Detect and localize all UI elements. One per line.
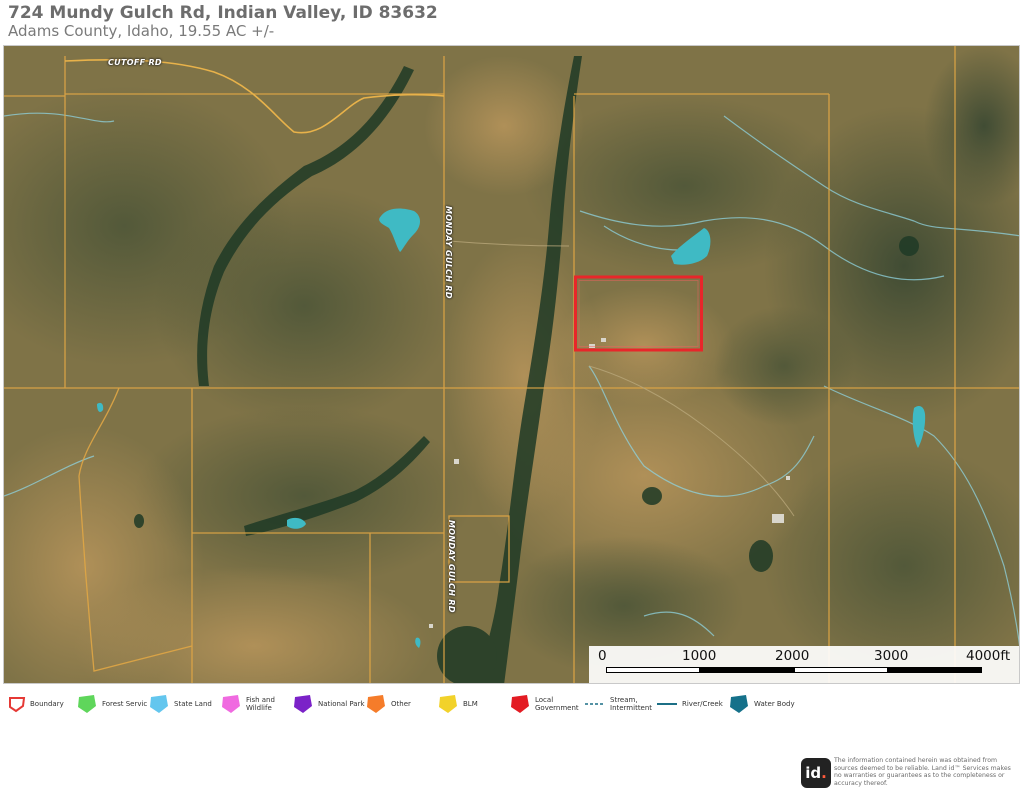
other-swatch-icon: [367, 695, 385, 713]
legend-label: Local Government: [535, 696, 579, 712]
scale-segment: [606, 667, 700, 673]
scale-tick-1000: 1000: [682, 648, 717, 664]
legend-label: Fish and Wildlife: [246, 696, 275, 712]
water-body-swatch-icon: [730, 695, 748, 713]
legend-item-fish-wildlife: Fish and Wildlife: [220, 690, 280, 718]
legend-item-other: Other: [365, 690, 411, 718]
scale-segment: [794, 667, 888, 673]
road-label-monday-upper: MONDAY GULCH RD: [444, 206, 453, 299]
local-government-swatch-icon: [511, 695, 529, 713]
legend-item-water-body: Water Body: [728, 690, 795, 718]
disclaimer-text: The information contained herein was obt…: [834, 757, 1011, 787]
forest-service-swatch-icon: [78, 695, 96, 713]
legend-item-boundary: Boundary: [8, 690, 64, 718]
legend-item-forest-service: Forest Servic: [76, 690, 147, 718]
map-legend: Boundary Forest Servic State Land Fish a…: [0, 690, 1024, 720]
scale-segment: [888, 667, 982, 673]
legend-item-river-creek: River/Creek: [656, 690, 723, 718]
logo-text: id: [805, 764, 822, 782]
satellite-map[interactable]: CUTOFF RD MONDAY GULCH RD MONDAY GULCH R…: [3, 45, 1020, 684]
page-title: 724 Mundy Gulch Rd, Indian Valley, ID 83…: [8, 3, 438, 23]
boundary-swatch-icon: [9, 697, 26, 713]
scale-tick-3000: 3000: [874, 648, 909, 664]
legend-item-stream-intermittent: Stream, Intermittent: [584, 690, 654, 718]
logo-dot: .: [821, 764, 827, 782]
legend-item-blm: BLM: [437, 690, 478, 718]
legend-label: Water Body: [754, 700, 795, 708]
road-label-cutoff: CUTOFF RD: [108, 58, 162, 67]
legend-label: Other: [391, 700, 411, 708]
national-park-swatch-icon: [294, 695, 312, 713]
legend-label: Stream, Intermittent: [610, 696, 653, 712]
stream-intermittent-swatch-icon: [585, 703, 605, 705]
fish-wildlife-swatch-icon: [222, 695, 240, 713]
scale-tick-4000: 4000ft: [966, 648, 1011, 664]
blm-swatch-icon: [439, 695, 457, 713]
scale-tick-2000: 2000: [775, 648, 810, 664]
legend-label: Forest Servic: [102, 700, 148, 708]
legend-label: BLM: [463, 700, 478, 708]
legend-label: National Park: [318, 700, 365, 708]
state-land-swatch-icon: [150, 695, 168, 713]
scale-segment: [700, 667, 794, 673]
legend-item-local-government: Local Government: [509, 690, 579, 718]
page-subtitle: Adams County, Idaho, 19.55 AC +/-: [8, 22, 275, 40]
scale-tick-0: 0: [598, 648, 607, 664]
legend-item-national-park: National Park: [292, 690, 365, 718]
scale-bar: 0 1000 2000 3000 4000ft: [589, 646, 1019, 683]
landid-logo: id.: [801, 758, 831, 788]
legend-label: State Land: [174, 700, 212, 708]
legend-label: River/Creek: [682, 700, 723, 708]
road-label-monday-lower: MONDAY GULCH RD: [447, 520, 456, 613]
legend-item-state-land: State Land: [148, 690, 212, 718]
map-imagery: [4, 46, 1019, 683]
river-creek-swatch-icon: [657, 703, 677, 705]
legend-label: Boundary: [30, 700, 64, 708]
